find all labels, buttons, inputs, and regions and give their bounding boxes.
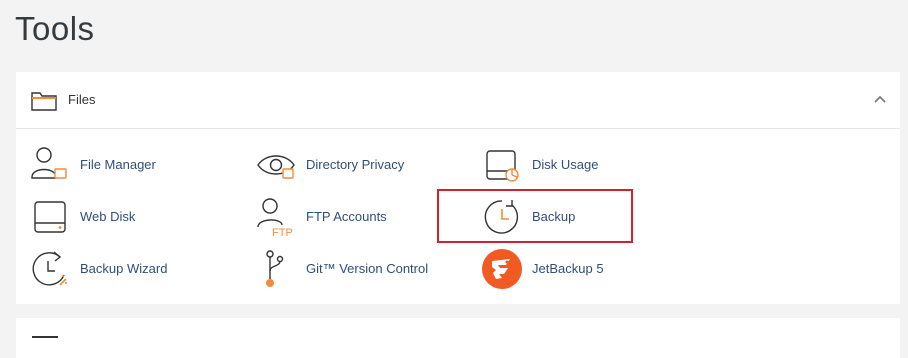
tool-ftp-accounts[interactable]: FTP FTP Accounts (256, 197, 456, 241)
file-manager-icon (31, 147, 67, 179)
web-disk-icon (34, 201, 66, 233)
folder-icon (31, 92, 57, 111)
tool-web-disk[interactable]: Web Disk (30, 197, 230, 241)
tool-file-manager[interactable]: File Manager (30, 145, 230, 189)
ftp-accounts-icon: FTP (257, 198, 293, 237)
backup-wizard-icon (32, 251, 67, 286)
tool-backup-wizard[interactable]: Backup Wizard (30, 249, 230, 293)
tool-git-version-control[interactable]: Git™ Version Control (256, 249, 476, 293)
next-panel (16, 318, 900, 358)
panel-title: Files (68, 92, 96, 107)
disk-usage-icon (486, 150, 519, 182)
jetbackup-logo-icon (482, 249, 522, 289)
backup-highlight-box (437, 189, 633, 243)
eye-icon (257, 155, 295, 179)
tool-label: File Manager (80, 157, 156, 172)
page-title: Tools (15, 10, 95, 47)
git-branch-icon (266, 250, 284, 287)
tool-label: JetBackup 5 (532, 261, 604, 276)
tool-disk-usage[interactable]: Disk Usage (482, 145, 682, 189)
tool-label: Git™ Version Control (306, 261, 429, 276)
panel-icon (32, 336, 58, 342)
panel-header[interactable]: Files (16, 72, 900, 129)
tool-label: Backup Wizard (80, 261, 168, 276)
chevron-up-icon[interactable] (874, 94, 886, 104)
tool-label: Disk Usage (532, 157, 599, 172)
tool-label: Web Disk (80, 209, 136, 224)
tool-label: FTP Accounts (306, 209, 387, 224)
tool-label: Directory Privacy (306, 157, 405, 172)
files-panel: Files File Manager Directory Privacy Dis… (16, 72, 900, 304)
tool-jetbackup[interactable]: JetBackup 5 (482, 249, 682, 293)
tool-directory-privacy[interactable]: Directory Privacy (256, 145, 456, 189)
ftp-badge: FTP (272, 227, 293, 237)
